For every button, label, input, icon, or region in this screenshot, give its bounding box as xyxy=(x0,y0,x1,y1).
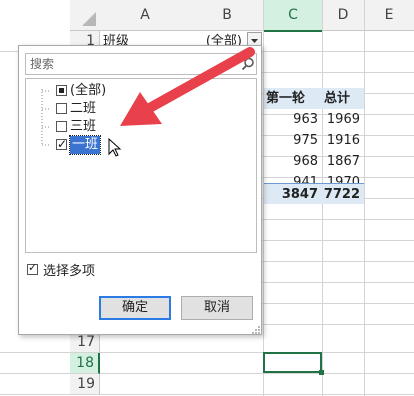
header-total[interactable]: 总计 xyxy=(322,88,364,109)
grid-line xyxy=(0,352,414,353)
column-header-d[interactable]: D xyxy=(322,0,365,31)
partial-mark-icon xyxy=(59,88,64,93)
row-header-17[interactable]: 17 xyxy=(70,332,100,353)
multi-select-checkbox[interactable]: ✓ xyxy=(27,261,38,275)
red-arrow-icon xyxy=(120,47,255,126)
tree-lines xyxy=(41,89,50,146)
column-header-e[interactable]: E xyxy=(364,0,414,31)
checkbox[interactable] xyxy=(56,121,67,132)
grid-line xyxy=(262,303,414,304)
check-icon: ✓ xyxy=(28,261,38,274)
row-header-19[interactable]: 19 xyxy=(70,374,100,395)
filter-item-label: 一班 xyxy=(68,135,102,155)
value-d[interactable]: 1916 xyxy=(322,130,364,151)
total-d[interactable]: 7722 xyxy=(322,183,364,204)
grid-line xyxy=(262,240,414,241)
grid-line xyxy=(262,324,414,325)
value-d[interactable]: 1867 xyxy=(322,151,364,172)
cancel-button[interactable]: 取消 xyxy=(181,296,253,320)
total-c[interactable]: 3847 xyxy=(264,183,322,204)
grid-line xyxy=(262,219,414,220)
mouse-cursor-icon xyxy=(108,138,122,157)
value-c[interactable]: 963 xyxy=(264,109,322,130)
grid-line xyxy=(0,373,414,374)
column-header-b[interactable]: B xyxy=(190,0,265,31)
grid-line xyxy=(0,394,414,395)
filter-item-label: (全部) xyxy=(70,83,107,98)
column-header-c[interactable]: C xyxy=(264,0,323,32)
value-d[interactable]: 1969 xyxy=(322,109,364,130)
checked-checkbox[interactable]: ✓ xyxy=(56,137,67,151)
row-header-18[interactable]: 18 xyxy=(70,353,100,374)
filter-item-label: 三班 xyxy=(70,119,97,134)
active-cell[interactable] xyxy=(263,352,322,373)
multi-select-label[interactable]: 选择多项 xyxy=(43,260,95,279)
value-c[interactable]: 968 xyxy=(264,151,322,172)
resize-grip-icon[interactable] xyxy=(251,324,261,334)
select-all-corner[interactable] xyxy=(70,0,101,31)
grid-line xyxy=(262,72,414,73)
value-c[interactable]: 975 xyxy=(264,130,322,151)
check-icon: ✓ xyxy=(57,137,68,151)
checkbox[interactable] xyxy=(56,103,67,114)
grid-line xyxy=(262,282,414,283)
ok-button[interactable]: 确定 xyxy=(99,296,171,320)
corner-triangle-icon xyxy=(82,12,96,26)
fill-handle[interactable] xyxy=(319,370,324,375)
partial-checkbox[interactable] xyxy=(56,85,67,96)
column-header-a[interactable]: A xyxy=(100,0,191,31)
header-round1[interactable]: 第一轮 xyxy=(264,88,322,109)
grid-line xyxy=(262,261,414,262)
filter-item-label: 二班 xyxy=(70,101,97,116)
